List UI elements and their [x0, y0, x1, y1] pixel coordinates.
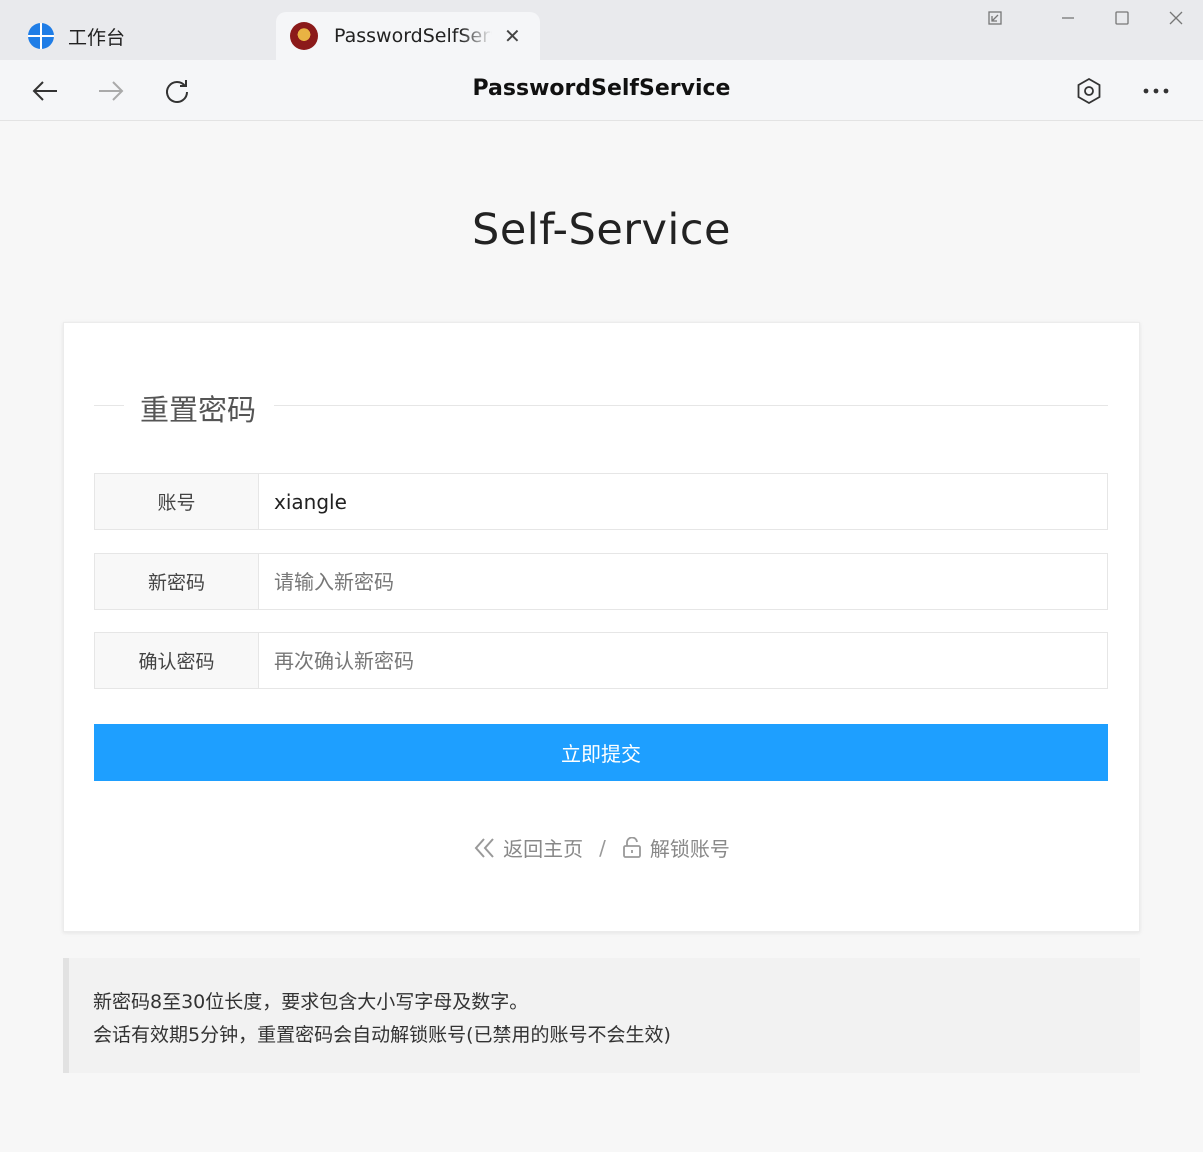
link-separator: / — [599, 835, 606, 860]
note-line: 会话有效期5分钟，重置密码会自动解锁账号(已禁用的账号不会生效) — [93, 1024, 671, 1046]
footer-links: 返回主页 / 解锁账号 — [64, 833, 1139, 862]
minimize-icon[interactable] — [1053, 6, 1083, 30]
avatar-icon — [290, 22, 318, 50]
page-heading: Self-Service — [472, 205, 731, 255]
tab-title: PasswordSelfService — [334, 25, 492, 47]
account-field-row: 账号 — [94, 473, 1108, 530]
page-title: PasswordSelfService — [472, 76, 731, 101]
more-options-icon[interactable] — [1139, 74, 1173, 108]
maximize-icon[interactable] — [1107, 6, 1137, 30]
confirm-password-label: 确认密码 — [95, 633, 259, 688]
divider — [94, 405, 124, 406]
note-line: 新密码8至30位长度，要求包含大小写字母及数字。 — [93, 991, 529, 1013]
double-chevron-left-icon — [474, 837, 494, 858]
confirm-password-field-row: 确认密码 — [94, 632, 1108, 689]
settings-hexagon-icon[interactable] — [1072, 74, 1106, 108]
tab-bar: 工作台 PasswordSelfService ✕ — [0, 0, 1203, 60]
workspace-grid-icon — [28, 23, 54, 49]
account-label: 账号 — [95, 474, 259, 529]
browser-toolbar: PasswordSelfService — [0, 60, 1203, 121]
new-password-label: 新密码 — [95, 554, 259, 609]
divider — [274, 405, 1108, 406]
section-title: 重置密码 — [140, 393, 257, 427]
submit-button[interactable]: 立即提交 — [94, 724, 1108, 781]
unlock-account-label: 解锁账号 — [649, 837, 730, 861]
restore-window-icon[interactable] — [980, 6, 1010, 30]
close-window-icon[interactable] — [1161, 6, 1191, 30]
close-tab-icon[interactable]: ✕ — [504, 24, 521, 48]
new-password-input[interactable] — [259, 554, 1107, 609]
unlock-icon — [622, 836, 641, 858]
back-home-link[interactable]: 返回主页 — [473, 833, 583, 862]
new-password-field-row: 新密码 — [94, 553, 1108, 610]
account-input[interactable] — [259, 474, 1107, 529]
unlock-account-link[interactable]: 解锁账号 — [622, 833, 730, 862]
confirm-password-input[interactable] — [259, 633, 1107, 688]
tab-title: 工作台 — [68, 26, 126, 49]
reset-password-card: 重置密码 账号 新密码 确认密码 立即提交 返回主页 / 解锁账号 — [63, 322, 1140, 932]
back-home-label: 返回主页 — [503, 837, 584, 861]
info-note: 新密码8至30位长度，要求包含大小写字母及数字。 会话有效期5分钟，重置密码会自… — [63, 958, 1140, 1073]
tab-workspace[interactable]: 工作台 — [14, 12, 274, 60]
tab-password-self-service[interactable]: PasswordSelfService ✕ — [276, 12, 540, 60]
